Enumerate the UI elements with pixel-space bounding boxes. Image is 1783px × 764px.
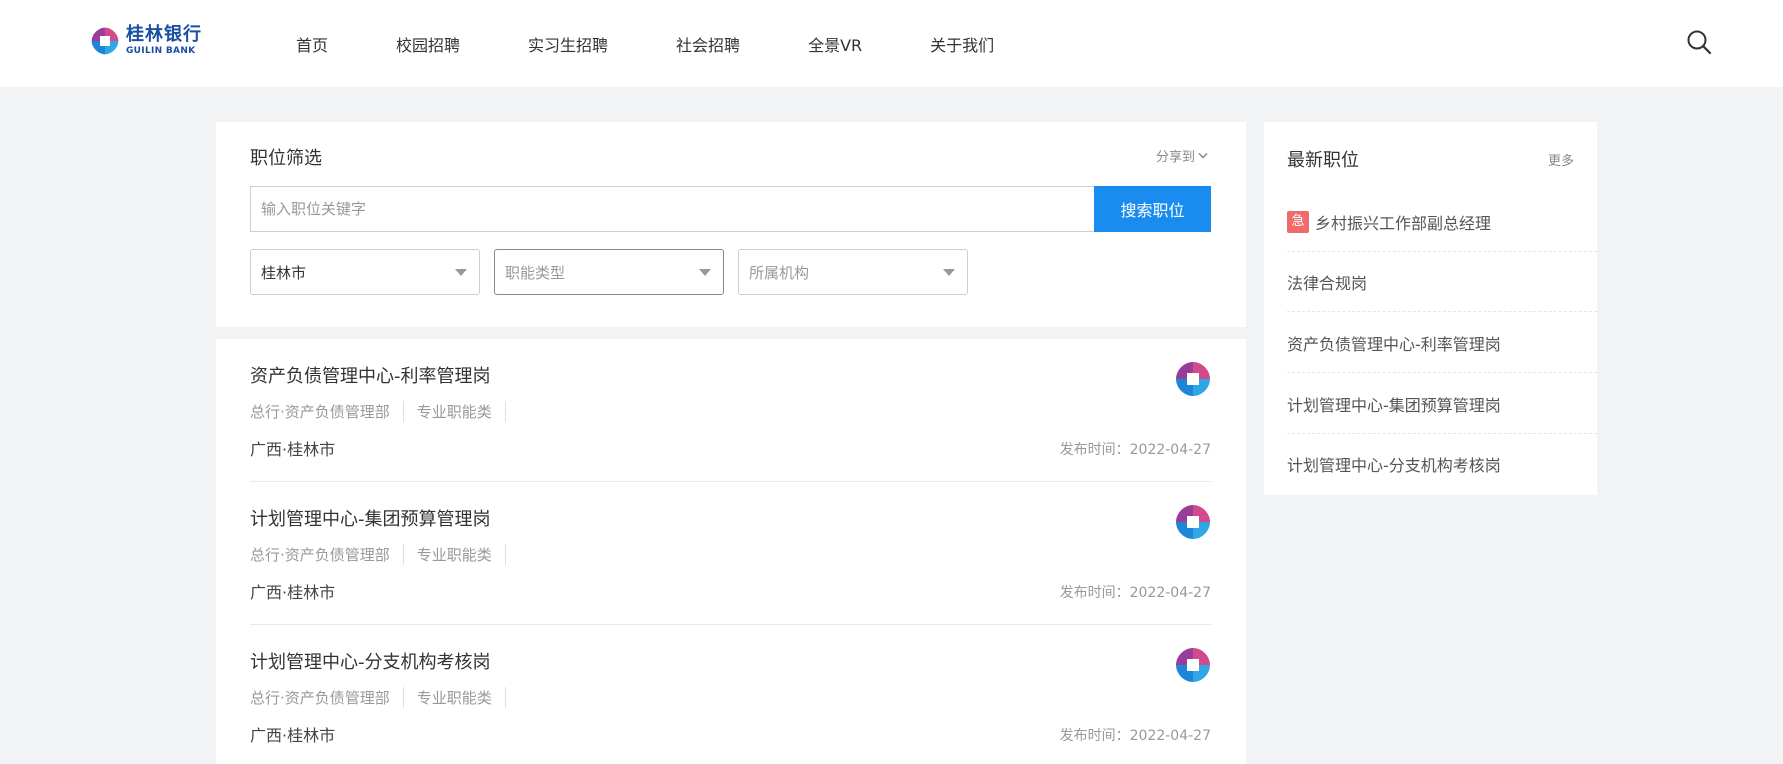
chevron-down-icon: [1198, 152, 1208, 159]
nav-about[interactable]: 关于我们: [930, 32, 994, 56]
job-category: 专业职能类: [417, 687, 506, 708]
job-location: 广西·桂林市: [250, 440, 336, 459]
latest-job-item[interactable]: 计划管理中心-分支机构考核岗: [1287, 434, 1597, 494]
filter-panel: 职位筛选 分享到 搜索职位 桂林市 职能类型 所属机构: [216, 122, 1246, 327]
job-list: 资产负债管理中心-利率管理岗 总行·资产负债管理部 专业职能类 广西·桂林市 发…: [216, 339, 1246, 764]
latest-job-label: 计划管理中心-分支机构考核岗: [1287, 456, 1501, 475]
city-select[interactable]: 桂林市: [250, 249, 480, 295]
job-keyword-input[interactable]: [250, 186, 1094, 232]
more-link[interactable]: 更多: [1548, 150, 1574, 169]
search-icon[interactable]: [1686, 29, 1712, 55]
latest-job-item[interactable]: 资产负债管理中心-利率管理岗: [1287, 313, 1597, 373]
job-meta: 总行·资产负债管理部 专业职能类: [250, 544, 519, 565]
filter-title: 职位筛选: [250, 148, 322, 169]
job-category: 专业职能类: [417, 401, 506, 422]
latest-job-item[interactable]: 法律合规岗: [1287, 252, 1597, 312]
latest-job-item[interactable]: 计划管理中心-集团预算管理岗: [1287, 374, 1597, 434]
job-location: 广西·桂林市: [250, 726, 336, 745]
search-row: 搜索职位: [250, 186, 1211, 232]
organization-select[interactable]: 所属机构: [738, 249, 968, 295]
guilin-bank-logo[interactable]: 桂林银行 GUILIN BANK: [90, 25, 208, 57]
function-type-select[interactable]: 职能类型: [494, 249, 724, 295]
job-date: 发布时间：2022-04-27: [1059, 442, 1211, 458]
function-type-placeholder: 职能类型: [505, 263, 566, 282]
logo-en-text: GUILIN BANK: [126, 46, 196, 56]
search-jobs-button[interactable]: 搜索职位: [1094, 186, 1211, 232]
caret-down-icon: [699, 269, 711, 276]
latest-jobs-title: 最新职位: [1287, 150, 1359, 171]
job-card[interactable]: 计划管理中心-分支机构考核岗 总行·资产负债管理部 专业职能类 广西·桂林市 发…: [250, 625, 1211, 764]
bank-logo-icon: [1176, 505, 1210, 539]
filter-selects: 桂林市 职能类型 所属机构: [250, 249, 982, 295]
nav-intern[interactable]: 实习生招聘: [528, 32, 608, 56]
job-meta: 总行·资产负债管理部 专业职能类: [250, 401, 519, 422]
main-nav: 首页 校园招聘 实习生招聘 社会招聘 全景VR 关于我们: [296, 0, 1062, 87]
job-title[interactable]: 资产负债管理中心-利率管理岗: [250, 362, 491, 388]
bank-logo-icon: [1176, 362, 1210, 396]
nav-campus[interactable]: 校园招聘: [396, 32, 460, 56]
bank-logo-icon: [91, 27, 119, 55]
job-meta: 总行·资产负债管理部 专业职能类: [250, 687, 519, 708]
latest-job-label: 资产负债管理中心-利率管理岗: [1287, 334, 1501, 354]
city-select-value: 桂林市: [261, 263, 307, 282]
share-dropdown[interactable]: 分享到: [1156, 146, 1208, 165]
nav-vr[interactable]: 全景VR: [808, 32, 862, 56]
urgent-badge: 急: [1287, 210, 1309, 233]
bank-logo-icon: [1176, 648, 1210, 682]
share-label: 分享到: [1155, 150, 1195, 165]
organization-placeholder: 所属机构: [749, 263, 810, 282]
latest-job-label: 乡村振兴工作部副总经理: [1315, 213, 1492, 233]
caret-down-icon: [943, 269, 955, 276]
nav-social[interactable]: 社会招聘: [676, 32, 740, 56]
job-category: 专业职能类: [417, 544, 506, 565]
logo-cn-text: 桂林银行: [126, 24, 202, 45]
job-date: 发布时间：2022-04-27: [1059, 585, 1211, 601]
latest-job-label: 法律合规岗: [1287, 273, 1368, 293]
job-location: 广西·桂林市: [250, 583, 336, 602]
job-title[interactable]: 计划管理中心-分支机构考核岗: [250, 648, 491, 674]
latest-job-item[interactable]: 急 乡村振兴工作部副总经理: [1287, 192, 1597, 252]
site-header: 桂林银行 GUILIN BANK 首页 校园招聘 实习生招聘 社会招聘 全景VR…: [0, 0, 1783, 87]
job-card[interactable]: 计划管理中心-集团预算管理岗 总行·资产负债管理部 专业职能类 广西·桂林市 发…: [250, 482, 1211, 625]
latest-job-label: 计划管理中心-集团预算管理岗: [1287, 395, 1501, 415]
latest-jobs-panel: 最新职位 更多 急 乡村振兴工作部副总经理 法律合规岗 资产负债管理中心-利率管…: [1264, 122, 1597, 495]
job-date: 发布时间：2022-04-27: [1059, 728, 1211, 744]
caret-down-icon: [455, 269, 467, 276]
job-card[interactable]: 资产负债管理中心-利率管理岗 总行·资产负债管理部 专业职能类 广西·桂林市 发…: [250, 339, 1211, 482]
job-dept: 总行·资产负债管理部: [250, 544, 404, 565]
nav-home[interactable]: 首页: [296, 32, 328, 56]
job-title[interactable]: 计划管理中心-集团预算管理岗: [250, 505, 491, 531]
job-dept: 总行·资产负债管理部: [250, 687, 404, 708]
job-dept: 总行·资产负债管理部: [250, 401, 404, 422]
